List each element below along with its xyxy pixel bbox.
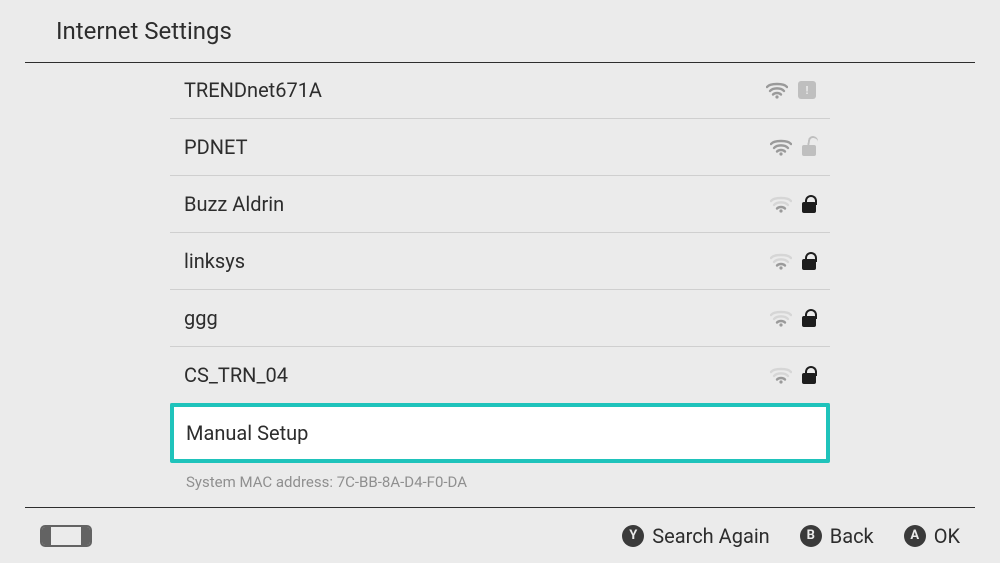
network-status-icons: ! xyxy=(766,81,816,99)
ok-button[interactable]: A OK xyxy=(904,524,960,548)
lock-closed-icon xyxy=(802,309,816,327)
y-button-icon: Y xyxy=(622,525,644,547)
network-name: linksys xyxy=(184,249,770,273)
screen: Internet Settings TRENDnet671A ! PDNET Bu… xyxy=(0,0,1000,563)
wifi-signal-icon xyxy=(770,309,792,327)
network-row[interactable]: Buzz Aldrin xyxy=(170,176,830,232)
wifi-signal-icon xyxy=(766,81,788,99)
lock-closed-icon xyxy=(802,252,816,270)
a-button-icon: A xyxy=(904,525,926,547)
network-row[interactable]: linksys xyxy=(170,233,830,289)
network-status-icons xyxy=(770,366,816,384)
lock-closed-icon xyxy=(802,195,816,213)
ok-label: OK xyxy=(934,524,960,548)
back-button[interactable]: B Back xyxy=(800,524,874,548)
wifi-signal-icon xyxy=(770,252,792,270)
wifi-signal-icon xyxy=(770,195,792,213)
footer: Y Search Again B Back A OK xyxy=(0,508,1000,563)
manual-setup-label: Manual Setup xyxy=(186,421,308,445)
network-status-icons xyxy=(770,138,816,156)
wifi-signal-icon xyxy=(770,366,792,384)
network-name: CS_TRN_04 xyxy=(184,363,770,387)
network-status-icons xyxy=(770,309,816,327)
network-name: Buzz Aldrin xyxy=(184,192,770,216)
network-status-icons xyxy=(770,252,816,270)
network-status-icons xyxy=(770,195,816,213)
b-button-icon: B xyxy=(800,525,822,547)
page-title: Internet Settings xyxy=(56,17,232,45)
network-name: ggg xyxy=(184,306,770,330)
mac-address-label: System MAC address: 7C-BB-8A-D4-F0-DA xyxy=(186,473,830,491)
network-name: TRENDnet671A xyxy=(184,78,766,102)
network-name: PDNET xyxy=(184,135,770,159)
lock-open-icon xyxy=(802,138,816,156)
controller-icon xyxy=(40,525,92,547)
network-row[interactable]: CS_TRN_04 xyxy=(170,347,830,403)
network-list: TRENDnet671A !PDNET Buzz Aldrin linksys … xyxy=(170,62,830,491)
lock-closed-icon xyxy=(802,366,816,384)
wifi-signal-icon xyxy=(770,138,792,156)
manual-setup-button[interactable]: Manual Setup xyxy=(170,403,830,463)
header: Internet Settings xyxy=(0,0,1000,62)
search-again-button[interactable]: Y Search Again xyxy=(622,524,769,548)
network-row[interactable]: TRENDnet671A ! xyxy=(170,62,830,118)
network-row[interactable]: ggg xyxy=(170,290,830,346)
lock-box-icon: ! xyxy=(798,81,816,99)
back-label: Back xyxy=(830,524,874,548)
network-row[interactable]: PDNET xyxy=(170,119,830,175)
search-again-label: Search Again xyxy=(652,524,769,548)
